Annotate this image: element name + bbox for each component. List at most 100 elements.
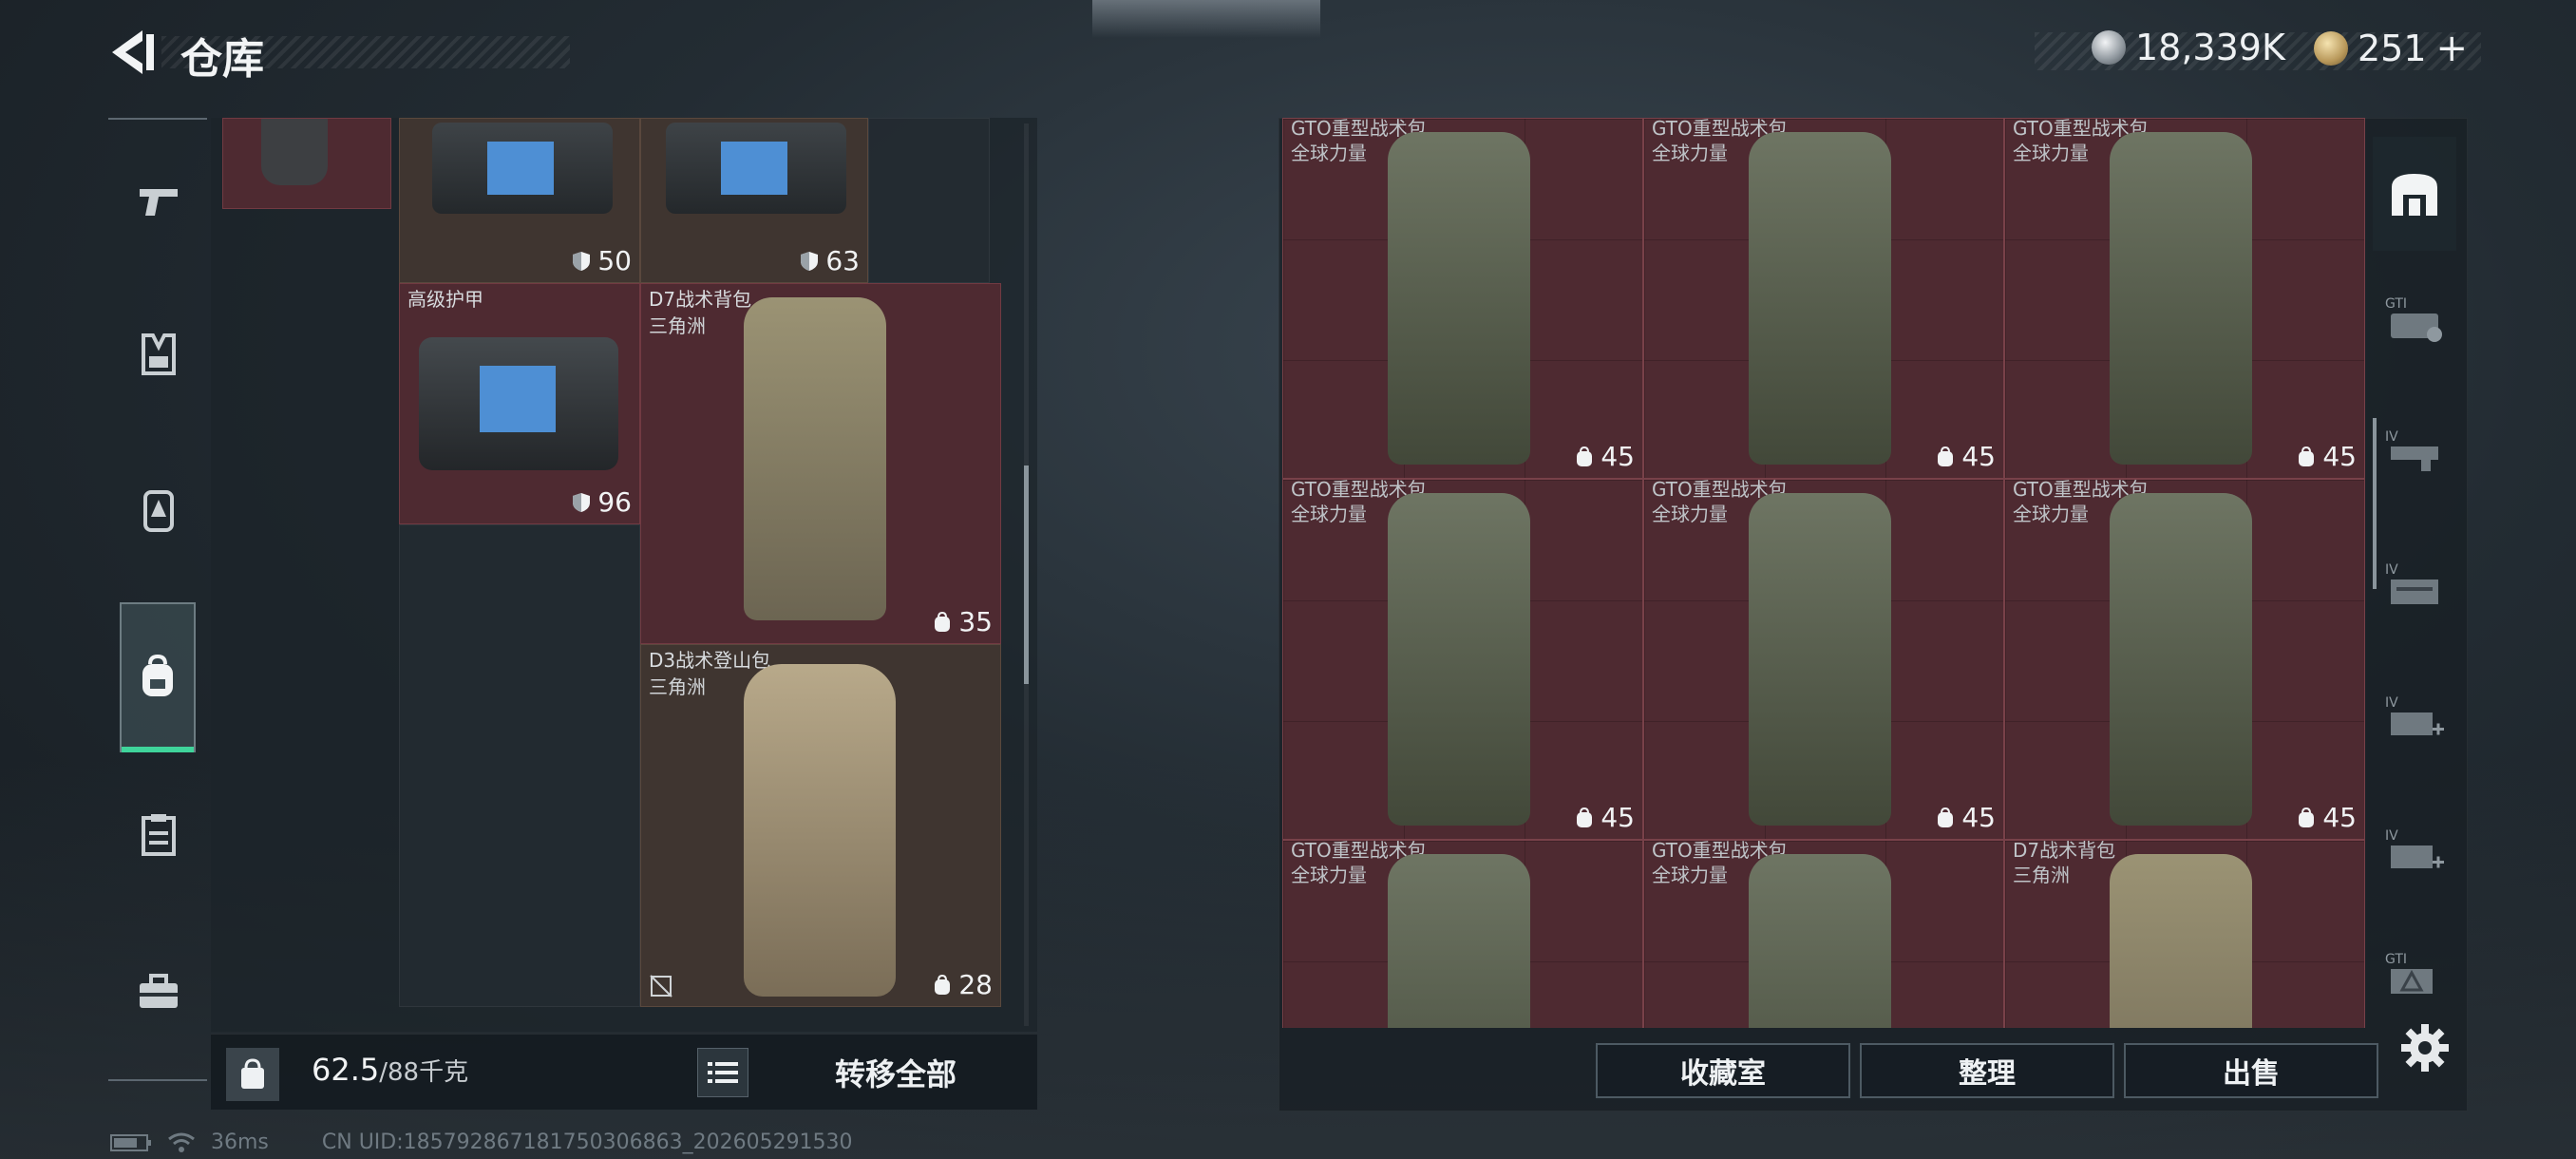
storage-panel: 50 63 高级护甲 96 D7战术背包 三角洲 35 D3战术登山包 三角洲 … [211, 118, 1037, 1032]
item-stat: 35 [932, 606, 993, 637]
item-stat-value: 45 [1961, 441, 1996, 472]
armor-item-image [666, 123, 846, 214]
weight-current: 62.5 [312, 1052, 380, 1088]
stash-tab-4[interactable]: IV [2373, 528, 2456, 642]
add-currency-icon[interactable]: + [2436, 27, 2469, 70]
stash-item-gto-backpack[interactable]: GTO重型战术包 全球力量 45 [2004, 118, 2365, 479]
currency-silver-value: 18,339K [2135, 27, 2285, 68]
case-iv-add-icon: IV [2385, 695, 2444, 735]
backpack-item-image [2110, 493, 2252, 826]
stash-item-gto-backpack[interactable]: GTO重型战术包 全球力量 45 [1643, 118, 2004, 479]
stash-item-gto-backpack[interactable]: GTO重型战术包 全球力量 45 [1282, 118, 1643, 479]
no-insurance-icon [650, 975, 672, 998]
backpack-item-image [2110, 132, 2252, 465]
svg-text:GTI: GTI [2385, 296, 2407, 312]
stash-tab-main[interactable] [2373, 137, 2456, 251]
armor-item-image [432, 123, 613, 214]
svg-text:IV: IV [2385, 429, 2398, 445]
backpack-small-icon [1577, 446, 1593, 466]
category-rail [108, 116, 207, 1081]
rail-item-armor[interactable] [122, 473, 196, 547]
transfer-all-button[interactable]: 转移全部 [771, 1044, 1020, 1101]
item-brand: 全球力量 [1291, 503, 1367, 525]
weight-icon [226, 1048, 279, 1101]
stash-tab-3[interactable]: IV [2373, 395, 2456, 509]
stash-tab-6[interactable]: IV [2373, 794, 2456, 908]
item-brand: 三角洲 [2013, 864, 2070, 886]
item-stat: 50 [571, 245, 632, 276]
sell-button[interactable]: 出售 [2124, 1043, 2378, 1098]
clipboard-icon [142, 814, 176, 856]
currency-silver: 18,339K [2092, 27, 2285, 68]
svg-text:GTI: GTI [2385, 952, 2407, 967]
storage-scrollbar-thumb[interactable] [1024, 466, 1029, 684]
stash-tab-5[interactable]: IV [2373, 661, 2456, 775]
backpack-small-icon [1938, 807, 1954, 827]
item-name: 高级护甲 [407, 288, 483, 311]
backpack-item-image [1388, 493, 1530, 826]
rail-item-toolbox[interactable] [122, 956, 196, 1030]
item-brand: 全球力量 [1291, 142, 1367, 164]
wifi-icon [168, 1132, 195, 1152]
stash-tab-7[interactable]: GTI [2373, 918, 2456, 1032]
item-stat-value: 45 [1601, 441, 1635, 472]
settings-button[interactable] [2399, 1022, 2451, 1074]
rail-item-weapons[interactable] [122, 165, 196, 239]
weight-capacity: /88千克 [379, 1058, 469, 1087]
stash-tabs: GTI IV IV IV IV GTI [2367, 118, 2462, 1028]
item-brand: 全球力量 [2013, 142, 2089, 164]
storage-footer: 62.5/88千克 转移全部 [211, 1034, 1037, 1110]
stash-item-gto-backpack[interactable]: GTO重型战术包 全球力量 45 [1643, 478, 2004, 840]
page-title: 仓库 [180, 35, 264, 84]
storage-item-d3-backpack[interactable]: D3战术登山包 三角洲 28 [640, 644, 1001, 1007]
collection-room-button[interactable]: 收藏室 [1596, 1043, 1850, 1098]
item-stat-value: 96 [597, 486, 632, 518]
stash-item-d7-backpack[interactable]: D7战术背包 三角洲 [2004, 839, 2365, 1028]
battery-icon [110, 1133, 151, 1151]
item-stat: 45 [1574, 802, 1635, 833]
stash-item-gto-backpack[interactable]: GTO重型战术包 全球力量 45 [1282, 478, 1643, 840]
silver-coin-icon [2092, 30, 2126, 65]
rail-divider-bottom [108, 1079, 207, 1081]
item-stat-value: 63 [825, 245, 860, 276]
warehouse-icon [2392, 174, 2437, 216]
storage-item-armor-1[interactable]: 50 [399, 118, 640, 283]
stash-item-gto-backpack[interactable]: GTO重型战术包 全球力量 45 [2004, 478, 2365, 840]
backpack-item-image [1749, 493, 1891, 826]
organize-button[interactable]: 整理 [1860, 1043, 2114, 1098]
storage-item-armor-2[interactable]: 63 [640, 118, 868, 283]
item-stat: 45 [1935, 802, 1996, 833]
backpack-item-image [1749, 854, 1891, 1028]
storage-empty-slot[interactable] [868, 118, 990, 283]
item-stat-value: 50 [597, 245, 632, 276]
item-stat-value: 45 [1601, 802, 1635, 833]
list-icon [708, 1062, 738, 1083]
stash-tab-2[interactable]: GTI [2373, 262, 2456, 376]
backpack-small-icon [935, 974, 951, 995]
rail-item-backpacks[interactable] [120, 602, 196, 752]
item-stat: 28 [932, 969, 993, 1000]
item-stat: 45 [2296, 441, 2357, 472]
storage-scrollbar[interactable] [1024, 124, 1029, 1026]
item-stat-value: 45 [1961, 802, 1996, 833]
storage-item-d7-backpack[interactable]: D7战术背包 三角洲 35 [640, 283, 1001, 644]
rail-item-vests[interactable] [122, 317, 196, 391]
stash-item-gto-backpack[interactable]: GTO重型战术包 全球力量 [1282, 839, 1643, 1028]
armor-plate-icon [143, 490, 174, 532]
item-stat-value: 45 [2322, 802, 2357, 833]
back-button[interactable] [104, 27, 161, 78]
rail-item-consumables[interactable] [122, 798, 196, 872]
stash-action-bar: 收藏室 整理 出售 [1596, 1043, 2378, 1098]
item-stat: 96 [571, 486, 632, 518]
user-uid: CN UID:18579286718175030686​3_2026052915… [321, 1130, 853, 1154]
list-view-button[interactable] [697, 1048, 748, 1097]
ping-readout: 36ms [211, 1130, 269, 1154]
item-brand: 全球力量 [1652, 503, 1728, 525]
currency-gold[interactable]: 251 + [2314, 27, 2468, 70]
backpack-icon [142, 655, 173, 696]
item-brand: 全球力量 [1652, 142, 1728, 164]
storage-item-advanced-armor[interactable]: 高级护甲 96 [399, 283, 640, 524]
stash-item-gto-backpack[interactable]: GTO重型战术包 全球力量 [1643, 839, 2004, 1028]
storage-empty-slot[interactable] [399, 524, 640, 1007]
storage-item-partial[interactable] [222, 118, 391, 209]
